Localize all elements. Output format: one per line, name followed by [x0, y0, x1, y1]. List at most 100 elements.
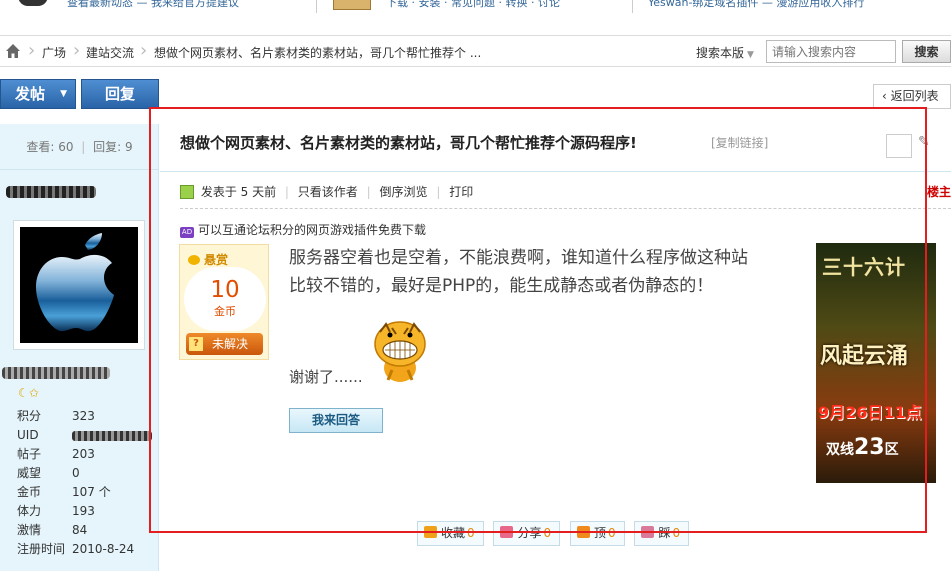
post-content-line: 比较不错的，最好是PHP的，能生成静态或者伪静态的！ — [289, 276, 714, 296]
chevron-down-icon: ▼ — [60, 89, 67, 99]
top-links-mid[interactable]: 下载 · 安装 · 常见问题 · 转换 · 讨论 — [386, 0, 560, 8]
post-meta: 发表于 5 天前 | 只看该作者 | 倒序浏览 | 打印 楼主 — [180, 183, 951, 203]
reply-button[interactable]: 回复 — [81, 79, 159, 109]
site-logo[interactable] — [18, 0, 48, 6]
breadcrumb-arrow-icon: › — [140, 40, 148, 61]
info-row-gold: 金币 107 个 — [17, 483, 157, 502]
game-ad-date: 9月26日11点 — [818, 403, 922, 422]
reward-unit: 金币 — [214, 305, 236, 318]
status-badge: ? 未解决 — [186, 333, 263, 355]
answer-button[interactable]: 我来回答 — [289, 408, 383, 433]
arrow-down-icon — [641, 526, 655, 538]
print-link[interactable]: 打印 — [449, 185, 473, 199]
game-ad-title: 三十六计 — [822, 255, 906, 279]
info-row-prestige: 威望 0 — [17, 464, 157, 483]
home-icon[interactable] — [5, 43, 21, 59]
favorite-label: 收藏 — [441, 526, 466, 540]
breadcrumb-arrow-icon: › — [73, 40, 81, 61]
info-row-posts: 帖子 203 — [17, 445, 157, 464]
downvote-button[interactable]: 踩0 — [634, 521, 690, 546]
info-value: 107 个 — [72, 485, 111, 499]
info-key: 积分 — [17, 409, 42, 423]
text-ad[interactable]: AD 可以互通论坛积分的网页游戏插件免费下载 — [180, 221, 426, 238]
divider: | — [366, 185, 371, 199]
game-ad-server: 双线23区 — [826, 435, 899, 460]
divider: | — [436, 185, 441, 199]
thread-stats: 查看: 60 | 回复: 9 — [0, 124, 159, 170]
apple-logo-icon — [36, 233, 114, 332]
level-icons: ☾✩ — [18, 386, 39, 400]
views-label: 查看: — [26, 140, 55, 154]
post-content-line: 服务器空着也是空着，不能浪费啊，谁知道什么程序做这种站 — [289, 248, 748, 268]
search-button[interactable]: 搜索 — [902, 40, 951, 63]
reward-amount-box: 10 金币 — [184, 267, 266, 331]
search-scope-select[interactable]: 搜索本版 ▼ — [696, 44, 754, 61]
author-name-redacted[interactable] — [6, 186, 96, 198]
search-input[interactable] — [766, 40, 896, 63]
downvote-label: 踩 — [658, 526, 671, 540]
info-key: 注册时间 — [17, 542, 66, 556]
star-icon: ✩ — [28, 386, 39, 400]
reward-box: 悬赏 10 金币 ? 未解决 — [179, 244, 269, 360]
top-links-right[interactable]: Yeswan-绑定域名插件 — 漫游应用收入排行 — [648, 0, 864, 8]
checkbox[interactable] — [886, 134, 912, 158]
info-value: 2010-8-24 — [72, 542, 135, 556]
info-value[interactable]: 203 — [72, 447, 95, 461]
arrow-up-icon — [576, 526, 590, 538]
info-value: 84 — [72, 523, 88, 537]
info-key: UID — [17, 428, 39, 442]
info-row-passion: 激情 84 — [17, 521, 157, 540]
share-button[interactable]: 分享 0 — [493, 521, 561, 546]
upvote-button[interactable]: 顶0 — [569, 521, 625, 546]
info-row-uid: UID — [17, 426, 157, 445]
avatar[interactable] — [13, 220, 145, 350]
favorite-button[interactable]: 收藏 0 — [417, 521, 484, 546]
replies-count: 9 — [125, 140, 133, 154]
info-key: 威望 — [17, 466, 42, 480]
copy-link-button[interactable]: [复制链接] — [711, 134, 768, 151]
new-post-label: 发帖 — [15, 85, 46, 103]
upvote-label: 顶 — [593, 526, 606, 540]
breadcrumb: › 广场 › 建站交流 › 想做个网页素材、名片素材类的素材站，哥几个帮忙推荐个… — [0, 35, 951, 67]
reward-header-label: 悬赏 — [204, 253, 229, 267]
post-main: 想做个网页素材、名片素材类的素材站，哥几个帮忙推荐个源码程序! [复制链接] ✎… — [160, 110, 951, 571]
author-only-link[interactable]: 只看该作者 — [298, 185, 358, 199]
author-info-list: 积分 323 UID 帖子 203 威望 0 金币 107 个 体力 193 激情 84 注… — [17, 407, 157, 559]
breadcrumb-item-thread[interactable]: 想做个网页素材、名片素材类的素材站，哥几个帮忙推荐个 ... — [154, 44, 481, 61]
breadcrumb-item-square[interactable]: 广场 — [42, 44, 66, 61]
reward-amount: 10 — [210, 277, 240, 303]
ad-badge-icon: AD — [180, 227, 194, 238]
game-ad-slogan: 风起云涌 — [820, 343, 909, 369]
back-to-list-label: 返回列表 — [890, 89, 939, 103]
star-icon — [424, 526, 437, 538]
new-post-button[interactable]: 发帖 ▼ — [0, 79, 76, 109]
back-to-list-button[interactable]: ‹ 返回列表 — [873, 84, 951, 109]
question-icon: ? — [189, 337, 203, 351]
search-scope-label: 搜索本版 — [696, 46, 745, 60]
divider: | — [284, 185, 289, 199]
game-ad-server-prefix: 双线 — [826, 442, 854, 458]
info-row-points: 积分 323 — [17, 407, 157, 426]
post-thanks-text: 谢谢了...... — [289, 368, 363, 386]
top-links-left[interactable]: 查看最新动态 — 我来给官方提建议 — [67, 0, 239, 8]
breadcrumb-item-forum[interactable]: 建站交流 — [86, 44, 134, 61]
reverse-order-link[interactable]: 倒序浏览 — [380, 185, 428, 199]
game-ad-banner[interactable]: 三十六计 风起云涌 9月26日11点 双线23区 — [816, 243, 936, 483]
post-content: 服务器空着也是空着，不能浪费啊，谁知道什么程序做这种站 比较不错的，最好是PHP… — [289, 244, 789, 300]
divider: | — [81, 140, 86, 154]
info-key: 激情 — [17, 523, 42, 537]
share-count: 0 — [543, 526, 552, 540]
tiger-emoticon-icon — [374, 321, 426, 382]
ad-link[interactable]: 可以互通论坛积分的网页游戏插件免费下载 — [198, 223, 426, 237]
favorite-count: 0 — [467, 526, 475, 540]
pin-icon[interactable]: ✎ — [918, 134, 930, 150]
chevron-left-icon: ‹ — [882, 89, 891, 103]
views-count: 60 — [58, 140, 74, 154]
info-key: 体力 — [17, 504, 42, 518]
info-row-register-date: 注册时间 2010-8-24 — [17, 540, 157, 559]
post-action-buttons: 收藏 0 分享 0 顶0 踩0 — [417, 521, 695, 546]
info-value: 0 — [72, 466, 80, 480]
floor-label: 楼主 — [926, 185, 951, 199]
heart-icon — [500, 526, 514, 538]
info-key: 金币 — [17, 485, 42, 499]
